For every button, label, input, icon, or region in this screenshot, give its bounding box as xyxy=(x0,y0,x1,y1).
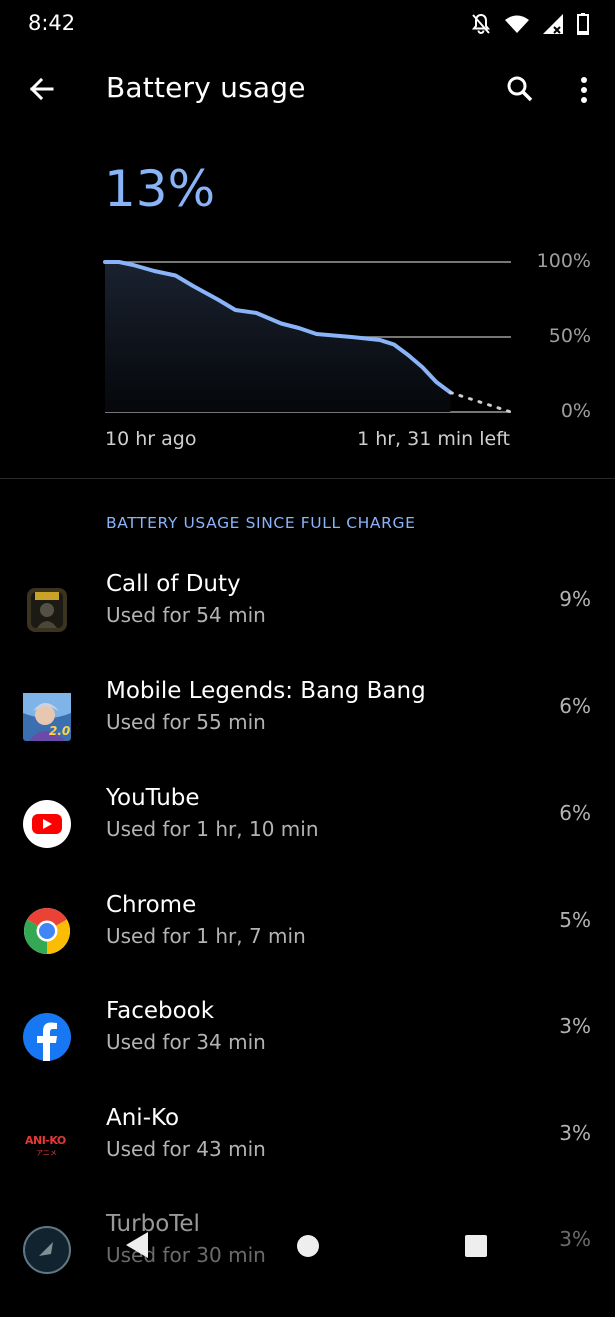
nav-recents-button[interactable] xyxy=(464,1234,488,1262)
ytick-100: 100% xyxy=(536,250,591,272)
app-usage: Used for 1 hr, 7 min xyxy=(106,924,306,948)
more-vert-icon xyxy=(581,77,587,103)
app-usage: Used for 1 hr, 10 min xyxy=(106,817,319,841)
app-name: Facebook xyxy=(106,998,215,1024)
battery-icon xyxy=(577,13,589,35)
xlabel-start: 10 hr ago xyxy=(105,428,197,450)
overflow-menu-button[interactable] xyxy=(566,69,602,109)
ani-ko-logo-subtext: アニメ xyxy=(36,1149,57,1157)
mobile-legends-badge: 2.0 xyxy=(49,724,71,738)
ytick-0: 0% xyxy=(560,400,591,422)
youtube-icon xyxy=(23,800,71,848)
list-item[interactable]: Call of Duty Used for 54 min 9% xyxy=(0,571,615,677)
navigation-bar xyxy=(0,1210,615,1280)
nav-back-button[interactable] xyxy=(124,1230,150,1264)
nav-home-button[interactable] xyxy=(296,1234,320,1262)
back-button[interactable] xyxy=(22,69,62,109)
section-header: BATTERY USAGE SINCE FULL CHARGE xyxy=(106,514,416,532)
xlabel-end: 1 hr, 31 min left xyxy=(357,428,510,450)
app-bar: Battery usage xyxy=(0,55,615,125)
app-percent: 5% xyxy=(559,908,591,932)
status-bar: 8:42 xyxy=(0,0,615,50)
list-item[interactable]: ANI-KO アニメ Ani-Ko Used for 43 min 3% xyxy=(0,1105,615,1211)
list-item[interactable]: YouTube Used for 1 hr, 10 min 6% xyxy=(0,785,615,891)
app-name: Call of Duty xyxy=(106,571,241,597)
wifi-icon xyxy=(505,15,529,33)
list-item[interactable]: Chrome Used for 1 hr, 7 min 5% xyxy=(0,892,615,998)
app-percent: 3% xyxy=(559,1014,591,1038)
app-percent: 3% xyxy=(559,1121,591,1145)
status-time: 8:42 xyxy=(28,11,76,35)
battery-chart: 100% 50% 0% xyxy=(0,240,615,430)
nav-home-icon xyxy=(297,1235,319,1257)
nav-recents-icon xyxy=(465,1235,487,1257)
app-usage: Used for 43 min xyxy=(106,1137,266,1161)
battery-percent: 13% xyxy=(104,160,216,218)
divider xyxy=(0,478,615,479)
signal-icon xyxy=(543,14,563,34)
call-of-duty-icon xyxy=(23,586,71,634)
app-name: Chrome xyxy=(106,892,197,918)
app-usage: Used for 34 min xyxy=(106,1030,266,1054)
search-button[interactable] xyxy=(500,69,540,109)
app-percent: 6% xyxy=(559,801,591,825)
notifications-off-icon xyxy=(471,13,491,34)
search-icon xyxy=(507,76,533,102)
app-percent: 6% xyxy=(559,694,591,718)
battery-chart-svg xyxy=(103,260,513,414)
app-name: YouTube xyxy=(106,785,200,811)
ani-ko-logo-text: ANI-KO xyxy=(25,1134,66,1147)
facebook-icon xyxy=(23,1013,71,1062)
app-usage: Used for 55 min xyxy=(106,710,266,734)
arrow-back-icon xyxy=(29,77,54,101)
chrome-icon xyxy=(23,907,71,955)
app-name: Ani-Ko xyxy=(106,1105,180,1131)
app-usage: Used for 54 min xyxy=(106,603,266,627)
page-title: Battery usage xyxy=(106,71,306,104)
nav-back-icon xyxy=(126,1232,148,1258)
app-name: Mobile Legends: Bang Bang xyxy=(106,678,426,704)
list-item[interactable]: Facebook Used for 34 min 3% xyxy=(0,998,615,1104)
status-icons xyxy=(471,13,589,35)
projection-line xyxy=(448,391,513,414)
ani-ko-icon: ANI-KO アニメ xyxy=(23,1120,71,1168)
app-percent: 9% xyxy=(559,587,591,611)
mobile-legends-icon: 2.0 xyxy=(23,693,71,741)
list-item[interactable]: 2.0 Mobile Legends: Bang Bang Used for 5… xyxy=(0,678,615,784)
ytick-50: 50% xyxy=(548,325,591,347)
